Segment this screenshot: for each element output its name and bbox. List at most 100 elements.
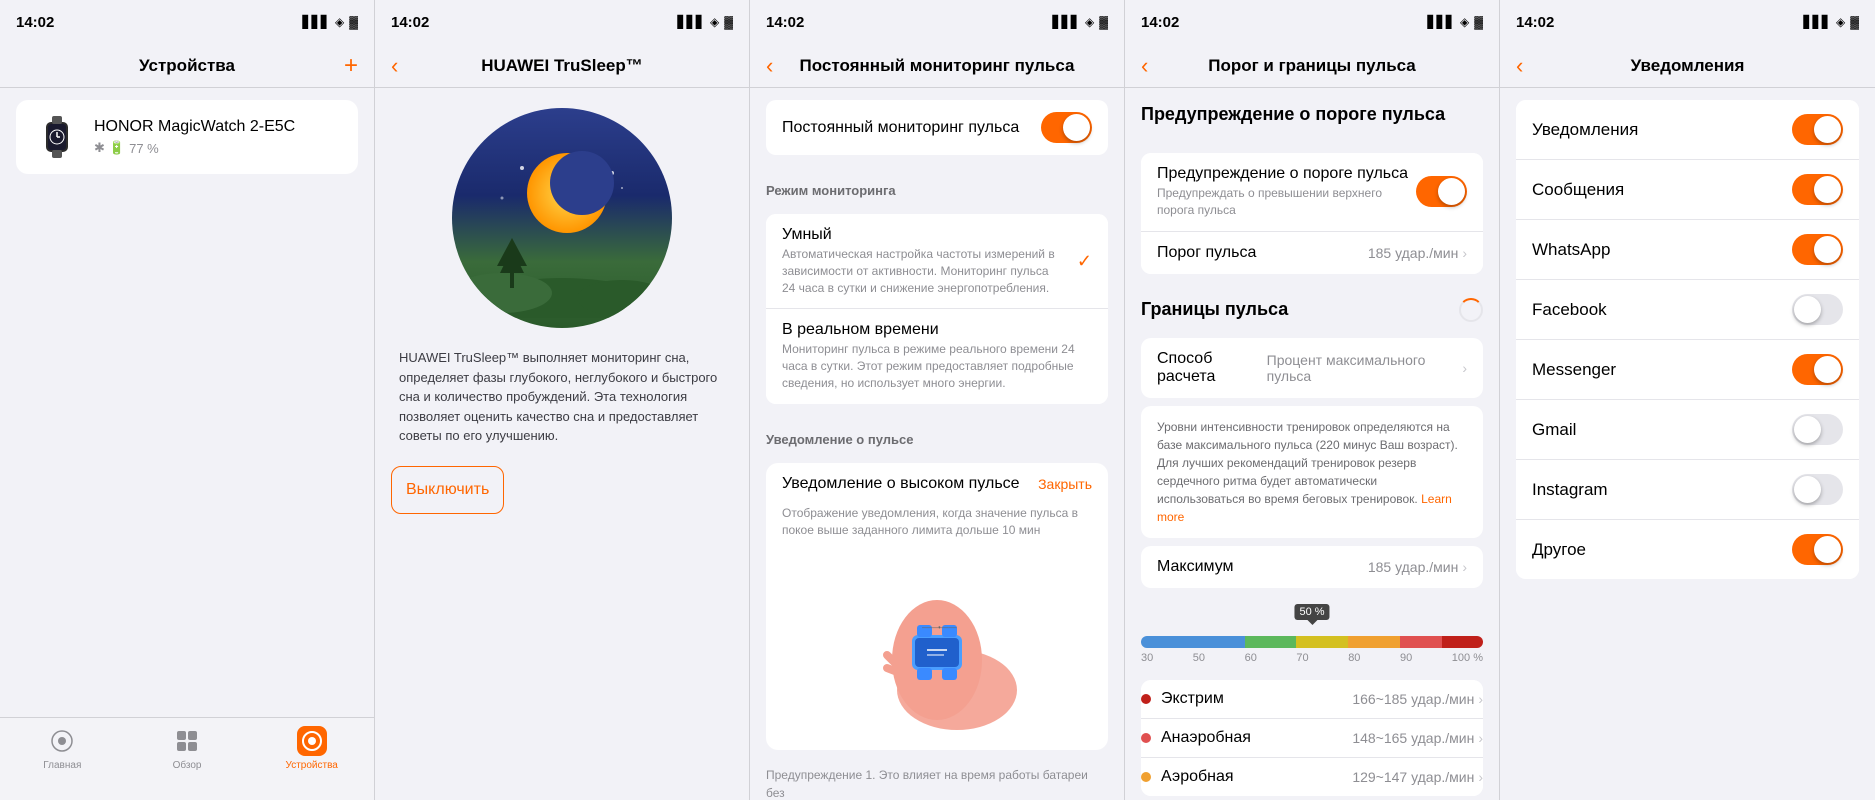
panel-notifications: 14:02 ▋▋▋ ◈ ▓ ‹ Уведомления Уведомления … xyxy=(1500,0,1875,800)
nav-title-4: Порог и границы пульса xyxy=(1208,56,1416,76)
max-row[interactable]: Максимум 185 удар./мин › xyxy=(1141,546,1483,588)
close-notification-button[interactable]: Закрыть xyxy=(1038,476,1092,492)
wrist-illustration: ——•—— xyxy=(766,550,1108,750)
nav-bar-3: ‹ Постоянный мониторинг пульса xyxy=(750,44,1124,88)
tab-devices[interactable]: Устройства xyxy=(249,726,374,771)
calculation-method-row[interactable]: Способ расчета Процент максимального пул… xyxy=(1141,338,1483,398)
zone-aerobic-text: Аэробная xyxy=(1161,768,1234,786)
notification-section-header: Уведомление о пульсе xyxy=(750,412,1124,455)
bar-label-100: 100 % xyxy=(1452,652,1483,664)
bar-label-50: 50 xyxy=(1193,652,1205,664)
back-button-4[interactable]: ‹ xyxy=(1141,53,1148,79)
zone-anaerobic-row[interactable]: Анаэробная 148~165 удар./мин › xyxy=(1141,719,1483,758)
nav-bar-1: Устройства + xyxy=(0,44,374,88)
app-messages-row[interactable]: Сообщения xyxy=(1516,160,1859,220)
info-text: Уровни интенсивности тренировок определя… xyxy=(1157,420,1458,506)
percent-arrow xyxy=(1307,620,1317,625)
device-item[interactable]: HONOR MagicWatch 2-E5C ✱ 🔋 77 % xyxy=(16,100,358,174)
smart-option-label: Умный xyxy=(782,226,1065,244)
app-gmail-name: Gmail xyxy=(1532,420,1576,440)
notification-description: Отображение уведомления, когда значение … xyxy=(766,505,1108,551)
app-messages-name: Сообщения xyxy=(1532,180,1624,200)
pulse-threshold-row[interactable]: Порог пульса 185 удар./мин › xyxy=(1141,232,1483,274)
nav-bar-4: ‹ Порог и границы пульса xyxy=(1125,44,1499,88)
app-other-toggle[interactable] xyxy=(1792,534,1843,565)
warning-text: Предупреждение 1. Это влияет на время ра… xyxy=(750,758,1124,800)
device-info: HONOR MagicWatch 2-E5C ✱ 🔋 77 % xyxy=(94,118,342,156)
bar-label-80: 80 xyxy=(1348,652,1360,664)
app-whatsapp-toggle[interactable] xyxy=(1792,234,1843,265)
app-instagram-row[interactable]: Instagram xyxy=(1516,460,1859,520)
zone-aerobic-row[interactable]: Аэробная 129~147 удар./мин › xyxy=(1141,758,1483,796)
monitoring-realtime-option[interactable]: В реальном времени Мониторинг пульса в р… xyxy=(766,309,1108,403)
apps-list: Уведомления Сообщения WhatsApp xyxy=(1516,100,1859,579)
zones-bar xyxy=(1141,636,1483,648)
threshold-toggle-cell: Предупреждение о пороге пульса Предупреж… xyxy=(1141,153,1483,232)
app-whatsapp-row[interactable]: WhatsApp xyxy=(1516,220,1859,280)
battery-icon-2: ▓ xyxy=(724,15,733,29)
toggle-thumb-notif-3 xyxy=(1794,296,1821,323)
threshold-toggle-group: Предупреждение о пороге пульса Предупреж… xyxy=(1141,153,1483,274)
chevron-icon-1: › xyxy=(1462,245,1467,261)
warning-content: Предупреждение 1. Это влияет на время ра… xyxy=(766,768,1088,800)
app-gmail-row[interactable]: Gmail xyxy=(1516,400,1859,460)
add-device-button[interactable]: + xyxy=(344,52,358,80)
realtime-option-desc: Мониторинг пульса в режиме реального вре… xyxy=(782,341,1080,391)
devices-content: HONOR MagicWatch 2-E5C ✱ 🔋 77 % xyxy=(0,88,374,717)
smart-option-desc: Автоматическая настройка частоты измерен… xyxy=(782,246,1065,296)
bar-label-90: 90 xyxy=(1400,652,1412,664)
zone-anaerobic-dot xyxy=(1141,733,1151,743)
threshold-toggle[interactable] xyxy=(1416,176,1467,207)
app-instagram-toggle[interactable] xyxy=(1792,474,1843,505)
battery-percentage: 77 % xyxy=(129,141,159,156)
app-messenger-toggle[interactable] xyxy=(1792,354,1843,385)
back-button-3[interactable]: ‹ xyxy=(766,53,773,79)
threshold-section-header: Предупреждение о пороге пульса xyxy=(1125,88,1499,145)
app-messenger-row[interactable]: Messenger xyxy=(1516,340,1859,400)
percent-label: 50 % xyxy=(1294,604,1329,620)
app-messages-toggle[interactable] xyxy=(1792,174,1843,205)
smart-option-content: Умный Автоматическая настройка частоты и… xyxy=(782,226,1077,296)
app-instagram-name: Instagram xyxy=(1532,480,1608,500)
back-button-5[interactable]: ‹ xyxy=(1516,53,1523,79)
disable-button[interactable]: Выключить xyxy=(391,466,504,514)
app-whatsapp-name: WhatsApp xyxy=(1532,240,1610,260)
app-facebook-row[interactable]: Facebook xyxy=(1516,280,1859,340)
battery-icon-3: ▓ xyxy=(1099,15,1108,29)
toggle-thumb-4 xyxy=(1438,178,1465,205)
status-time-2: 14:02 xyxy=(391,14,429,31)
monitoring-toggle[interactable] xyxy=(1041,112,1092,143)
status-bar-2: 14:02 ▋▋▋ ◈ ▓ xyxy=(375,0,749,44)
chevron-extreme: › xyxy=(1478,691,1483,707)
devices-tab-icon xyxy=(297,726,327,756)
notification-title: Уведомление о высоком пульсе xyxy=(782,475,1020,493)
app-notifications-toggle[interactable] xyxy=(1792,114,1843,145)
percent-marker: 50 % xyxy=(1294,604,1329,625)
panel-thresholds: 14:02 ▋▋▋ ◈ ▓ ‹ Порог и границы пульса П… xyxy=(1125,0,1500,800)
trusleep-content: HUAWEI TruSleep™ выполняет мониторинг сн… xyxy=(375,88,749,800)
zone-extreme-row[interactable]: Экстрим 166~185 удар./мин › xyxy=(1141,680,1483,719)
zone-extreme-range: 166~185 удар./мин › xyxy=(1352,691,1483,707)
back-button-2[interactable]: ‹ xyxy=(391,53,398,79)
pulse-threshold-number: 185 удар./мин xyxy=(1368,245,1458,261)
monitoring-toggle-group: Постоянный мониторинг пульса xyxy=(766,100,1108,155)
app-notifications-row[interactable]: Уведомления xyxy=(1516,100,1859,160)
tab-overview[interactable]: Обзор xyxy=(125,726,250,771)
toggle-thumb-notif-4 xyxy=(1814,356,1841,383)
max-value-text: 185 удар./мин xyxy=(1368,559,1458,575)
status-bar-1: 14:02 ▋▋▋ ◈ ▓ xyxy=(0,0,374,44)
pulse-threshold-value: 185 удар./мин › xyxy=(1368,245,1467,261)
tab-home[interactable]: Главная xyxy=(0,726,125,771)
nav-bar-5: ‹ Уведомления xyxy=(1500,44,1875,88)
app-facebook-toggle[interactable] xyxy=(1792,294,1843,325)
app-other-row[interactable]: Другое xyxy=(1516,520,1859,579)
boundaries-section-header: Границы пульса xyxy=(1125,282,1499,330)
threshold-toggle-sub: Предупреждать о превышении верхнего поро… xyxy=(1157,185,1416,219)
monitoring-smart-option[interactable]: Умный Автоматическая настройка частоты и… xyxy=(766,214,1108,309)
wifi-icon-2: ◈ xyxy=(710,15,719,29)
app-gmail-toggle[interactable] xyxy=(1792,414,1843,445)
trusleep-description: HUAWEI TruSleep™ выполняет мониторинг сн… xyxy=(375,348,749,446)
zone-anaerobic-range-text: 148~165 удар./мин xyxy=(1352,730,1474,746)
status-bar-3: 14:02 ▋▋▋ ◈ ▓ xyxy=(750,0,1124,44)
zone-aerobic-range-text: 129~147 удар./мин xyxy=(1352,769,1474,785)
